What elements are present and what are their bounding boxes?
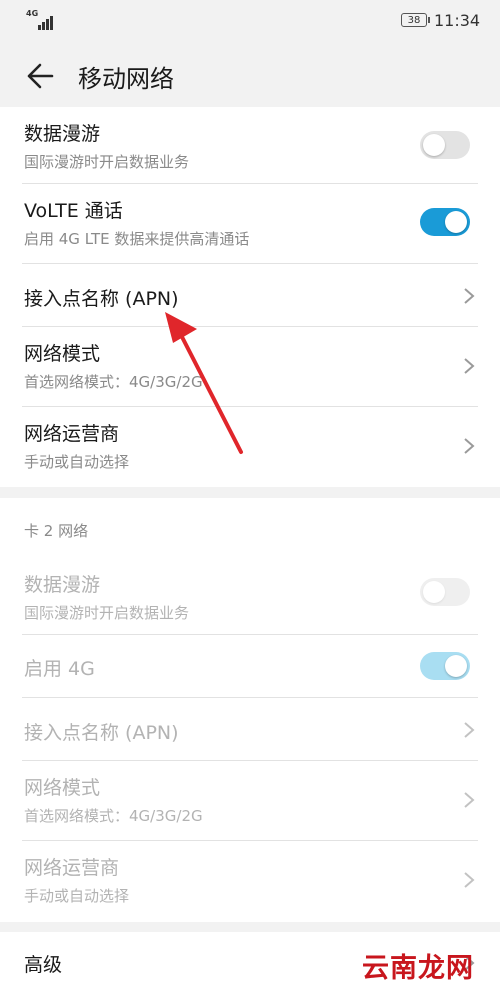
annotation-arrow: [165, 312, 243, 454]
watermark: 云南龙网: [362, 953, 474, 984]
